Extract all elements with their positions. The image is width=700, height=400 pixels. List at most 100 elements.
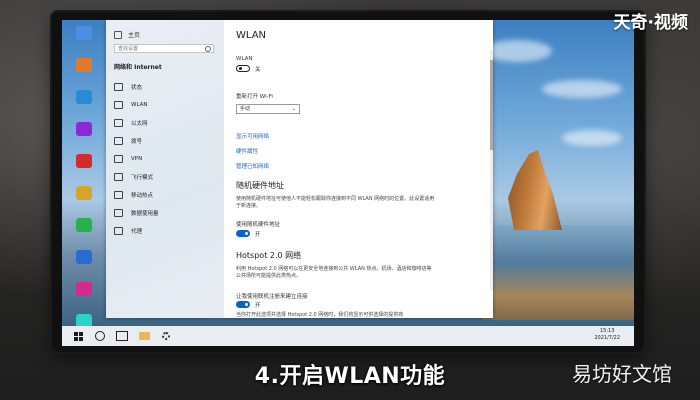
status-icon (114, 83, 123, 91)
random-hw-state: 开 (255, 232, 261, 238)
manage-known-networks-link[interactable]: 管理已知网络 (236, 162, 269, 170)
search-button[interactable] (94, 331, 106, 341)
desktop-icon[interactable] (64, 282, 104, 312)
sidebar-item-ethernet[interactable]: 以太网 (114, 114, 222, 132)
desktop-icon[interactable] (64, 154, 104, 184)
cloud (542, 80, 622, 98)
settings-window: 主页 查找设置 网络和 Internet 状态 WLAN 以太网 拨号 VPN … (106, 20, 493, 318)
hotspot-note: 当你打开此选项并选择 Hotspot 2.0 网络时，我们将显示可供选择的提供商 (236, 312, 404, 318)
taskbar: 15:13 2021/7/22 (62, 326, 634, 346)
data-usage-icon (114, 209, 123, 217)
sidebar-item-label: VPN (131, 156, 143, 162)
sidebar-item-label: 状态 (131, 85, 143, 91)
desktop-icon[interactable] (64, 122, 104, 152)
phone-icon (114, 137, 123, 145)
nav-section-title: 网络和 Internet (114, 64, 162, 71)
page-title: WLAN (236, 30, 267, 41)
hotspot-desc: 利用 Hotspot 2.0 网络可以在更安全地连接到公共 WLAN 热点。机场… (236, 266, 432, 279)
random-hw-toggle-label: 使用随机硬件地址 (236, 222, 281, 228)
settings-content: WLAN WLAN 关 重新打开 Wi-Fi 手动 ⌄ 显示可用网络 硬件属性 … (224, 20, 493, 318)
watermark-bottom: 易坊好文馆 (572, 362, 672, 386)
app-icon (76, 58, 92, 72)
random-hw-desc: 使用随机硬件地址可使他人不能轻松跟踪你连接到不同 WLAN 网络时的位置。此设置… (236, 196, 435, 209)
sidebar-item-vpn[interactable]: VPN (114, 150, 222, 168)
sidebar-item-label: 代理 (131, 229, 143, 235)
vpn-icon (114, 155, 123, 163)
desktop-icon[interactable] (64, 250, 104, 280)
globe-icon (114, 227, 123, 235)
sidebar-item-label: WLAN (131, 102, 148, 108)
wifi-icon (114, 101, 123, 109)
app-icon (76, 250, 92, 264)
search-placeholder: 查找设置 (118, 46, 139, 52)
watermark-top: 天奇·视频 (613, 13, 688, 33)
desktop-icon[interactable] (64, 186, 104, 216)
folder-icon (138, 332, 150, 340)
desktop-icons (64, 26, 104, 346)
search-input[interactable]: 查找设置 (114, 44, 214, 53)
reopen-value: 手动 (240, 106, 251, 112)
show-networks-link[interactable]: 显示可用网络 (236, 132, 269, 140)
sidebar-item-proxy[interactable]: 代理 (114, 222, 222, 240)
app-icon (76, 186, 92, 200)
sidebar-item-label: 移动热点 (131, 193, 154, 199)
sidebar-item-dialup[interactable]: 拨号 (114, 132, 222, 150)
desktop-icon[interactable] (64, 90, 104, 120)
sidebar-item-status[interactable]: 状态 (114, 78, 222, 96)
sea (482, 225, 634, 320)
desktop-icon[interactable] (64, 26, 104, 56)
start-button[interactable] (72, 331, 84, 341)
wlan-toggle[interactable] (236, 65, 250, 72)
wlan-label: WLAN (236, 56, 253, 62)
random-hw-toggle[interactable] (236, 230, 250, 237)
app-icon (76, 90, 92, 104)
sidebar-item-label: 以太网 (131, 121, 148, 127)
app-icon (76, 154, 92, 168)
sidebar-item-airplane[interactable]: 飞行模式 (114, 168, 222, 186)
reopen-select[interactable]: 手动 ⌄ (236, 104, 300, 114)
gear-icon (162, 332, 170, 340)
reopen-label: 重新打开 Wi-Fi (236, 94, 273, 100)
settings-nav: 主页 查找设置 网络和 Internet 状态 WLAN 以太网 拨号 VPN … (106, 20, 224, 318)
task-view-icon (116, 331, 128, 341)
sidebar-item-hotspot[interactable]: 移动热点 (114, 186, 222, 204)
hotspot-toggle[interactable] (236, 301, 250, 308)
search-icon (205, 46, 211, 52)
home-icon (114, 30, 122, 39)
app-icon (76, 218, 92, 232)
clock-time: 15:13 (599, 328, 615, 334)
monitor-frame: 主页 查找设置 网络和 Internet 状态 WLAN 以太网 拨号 VPN … (52, 12, 644, 352)
ethernet-icon (114, 119, 123, 127)
hotspot-state: 开 (255, 303, 261, 309)
app-icon (76, 122, 92, 136)
chevron-down-icon: ⌄ (291, 106, 296, 112)
taskbar-clock[interactable]: 15:13 2021/7/22 (594, 328, 620, 342)
nav-list: 状态 WLAN 以太网 拨号 VPN 飞行模式 移动热点 数据使用量 代理 (114, 78, 222, 240)
task-view-button[interactable] (116, 331, 128, 341)
desktop-screen: 主页 查找设置 网络和 Internet 状态 WLAN 以太网 拨号 VPN … (62, 20, 634, 346)
cloud (562, 130, 622, 146)
sidebar-item-label: 拨号 (131, 139, 143, 145)
file-explorer-button[interactable] (138, 331, 150, 341)
nav-home-label: 主页 (128, 32, 141, 39)
scrollbar-thumb[interactable] (490, 60, 493, 150)
nav-home[interactable]: 主页 (114, 30, 140, 39)
app-icon (76, 282, 92, 296)
sidebar-item-label: 数据使用量 (131, 211, 159, 217)
wlan-state: 关 (255, 67, 261, 73)
sidebar-item-wlan[interactable]: WLAN (114, 96, 222, 114)
sidebar-item-label: 飞行模式 (131, 175, 154, 181)
windows-icon (73, 331, 83, 341)
desktop-icon[interactable] (64, 218, 104, 248)
hotspot-toggle-label: 让我使用联机注册来建立连接 (236, 294, 308, 300)
hardware-properties-link[interactable]: 硬件属性 (236, 147, 258, 155)
hotspot-heading: Hotspot 2.0 网络 (236, 251, 302, 260)
hotspot-icon (114, 191, 123, 199)
desktop-icon[interactable] (64, 58, 104, 88)
search-icon (95, 331, 105, 341)
airplane-icon (114, 173, 123, 181)
rock (508, 150, 562, 230)
settings-taskbar-button[interactable] (160, 331, 172, 341)
sidebar-item-data-usage[interactable]: 数据使用量 (114, 204, 222, 222)
clock-date: 2021/7/22 (594, 335, 620, 341)
